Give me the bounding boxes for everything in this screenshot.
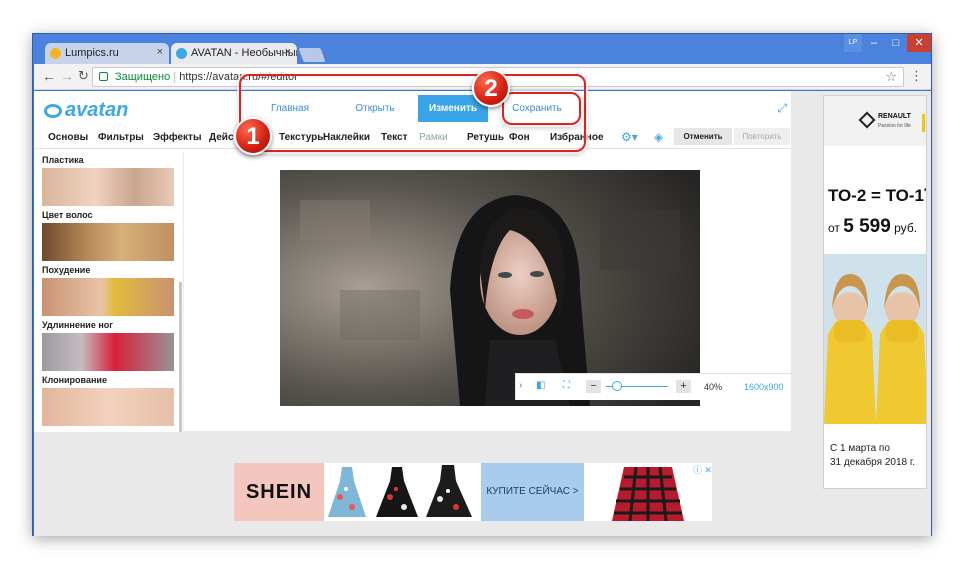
close-tab-icon[interactable]: ×	[285, 46, 291, 58]
zoom-percent: 40%	[704, 382, 723, 392]
annotation-badge-1: 1	[234, 117, 272, 155]
ad-brand-bar: RENAULT Passion for life	[824, 96, 926, 146]
user-profile-badge[interactable]: LP	[844, 34, 862, 52]
zoom-bar: › ◧ ⛶ − + 40% 1600x900	[515, 373, 791, 400]
tab-title: AVATAN - Необычный ф	[191, 47, 297, 59]
tool-thumbnail	[42, 278, 174, 316]
tool-thumbnail	[42, 223, 174, 261]
collapse-chevron-icon[interactable]: ›	[519, 380, 522, 391]
tool-plastic[interactable]: Пластика	[42, 155, 174, 206]
tool-cloning[interactable]: Клонирование	[42, 375, 174, 426]
page-viewport: avatan Главная Открыть Изменить Сохранит…	[34, 91, 931, 536]
tool-thumbnail	[42, 168, 174, 206]
ad-close-icon[interactable]: ⓘ ✕	[693, 463, 712, 476]
forward-arrow-icon[interactable]: →	[60, 68, 74, 84]
ad-yellow-accent	[922, 114, 925, 132]
minimize-button[interactable]: –	[863, 34, 885, 52]
highlight-save-button	[502, 92, 581, 125]
avatan-favicon-icon	[176, 48, 187, 59]
title-bar: Lumpics.ru × AVATAN - Необычный ф × LP –…	[33, 34, 931, 64]
portrait-photo-graphic	[280, 170, 700, 406]
compare-icon[interactable]: ◧	[536, 380, 545, 391]
close-window-button[interactable]: ✕	[907, 34, 931, 52]
shein-logo: SHEIN	[234, 463, 324, 521]
tab-avatan[interactable]: AVATAN - Необычный ф ×	[171, 43, 297, 64]
bookmark-star-icon[interactable]: ☆	[885, 68, 897, 86]
category-filters[interactable]: Фильтры	[98, 132, 144, 143]
layers-icon[interactable]: ◈	[654, 130, 663, 144]
browser-menu-icon[interactable]: ⋮	[910, 68, 923, 84]
zoom-out-button[interactable]: −	[586, 380, 601, 393]
avatan-logo[interactable]: avatan	[44, 99, 128, 122]
tab-lumpics[interactable]: Lumpics.ru ×	[45, 43, 169, 64]
tool-thumbnail	[42, 333, 174, 371]
annotation-badge-2: 2	[472, 69, 510, 107]
ad-brand-tagline: Passion for life	[878, 123, 911, 129]
tool-label: Пластика	[42, 155, 84, 165]
secure-label: Защищено	[115, 71, 171, 83]
category-effects[interactable]: Эффекты	[153, 132, 202, 143]
undo-button[interactable]: Отменить	[674, 128, 732, 145]
fullscreen-expand-icon[interactable]: ⤢	[777, 101, 787, 116]
tool-thumbnail	[42, 388, 174, 426]
maximize-button[interactable]: □	[885, 34, 907, 52]
ad-promo-headline: ТО-2 = ТО-1**	[828, 186, 926, 205]
reload-icon[interactable]: ↻	[78, 68, 89, 84]
renault-diamond-icon	[858, 111, 876, 129]
renault-ad-banner[interactable]: RENAULT Passion for life ТО-2 = ТО-1** о…	[823, 95, 927, 489]
tools-panel: Пластика Цвет волос Похудение Удлиннение…	[34, 152, 184, 432]
tool-label: Цвет волос	[42, 210, 93, 220]
shein-ad-banner[interactable]: SHEIN КУПИТЕ СЕЙЧАС > ⓘ ✕	[234, 463, 712, 521]
lock-icon	[99, 72, 108, 81]
new-tab-button[interactable]	[298, 48, 326, 62]
tool-hair-color[interactable]: Цвет волос	[42, 210, 174, 261]
ad-promo-price: от 5 599 руб.	[828, 216, 918, 237]
close-tab-icon[interactable]: ×	[157, 46, 163, 58]
image-size: 1600x900	[744, 382, 784, 392]
fit-screen-icon[interactable]: ⛶	[563, 380, 570, 391]
settings-gear-icon[interactable]: ⚙▾	[621, 130, 638, 144]
redo-button[interactable]: Повторить	[734, 128, 790, 145]
dresses-graphic	[324, 463, 481, 521]
tool-leg-lengthening[interactable]: Удлиннение ног	[42, 320, 174, 371]
buy-now-button[interactable]: КУПИТЕ СЕЙЧАС >	[481, 463, 584, 521]
ad-brand-name: RENAULT	[878, 113, 911, 120]
ad-kids-photo	[824, 254, 926, 424]
tool-label: Клонирование	[42, 375, 107, 385]
tool-slimming[interactable]: Похудение	[42, 265, 174, 316]
back-arrow-icon[interactable]: ←	[42, 68, 56, 84]
category-basics[interactable]: Основы	[48, 132, 88, 143]
zoom-in-button[interactable]: +	[676, 380, 691, 393]
lumpics-favicon-icon	[50, 48, 61, 59]
ad-promo-dates: С 1 марта по 31 декабря 2018 г.	[830, 443, 916, 468]
ad-kids-graphic	[824, 254, 926, 424]
portrait-photo	[280, 170, 700, 406]
logo-swirl-icon	[44, 104, 62, 118]
zoom-slider-knob[interactable]	[612, 381, 622, 391]
tool-label: Удлиннение ног	[42, 320, 114, 330]
tool-label: Похудение	[42, 265, 91, 275]
tab-title: Lumpics.ru	[65, 47, 119, 59]
tools-scrollbar[interactable]	[179, 282, 182, 432]
